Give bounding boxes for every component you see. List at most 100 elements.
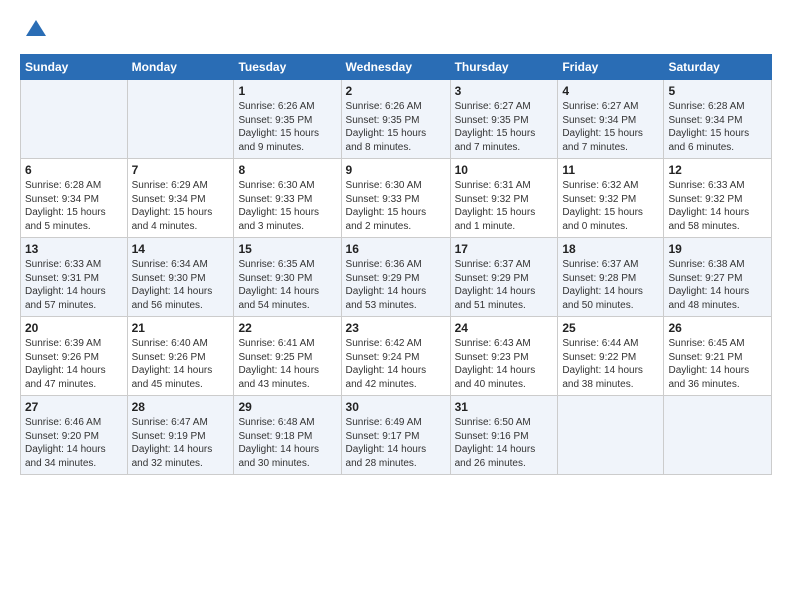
- day-info: Sunrise: 6:41 AM Sunset: 9:25 PM Dayligh…: [238, 338, 319, 390]
- day-info: Sunrise: 6:27 AM Sunset: 9:35 PM Dayligh…: [455, 101, 536, 153]
- calendar-cell: 13 Sunrise: 6:33 AM Sunset: 9:31 PM Dayli…: [21, 238, 128, 317]
- calendar-cell: 14 Sunrise: 6:34 AM Sunset: 9:30 PM Dayli…: [127, 238, 234, 317]
- day-number: 8: [238, 163, 336, 177]
- day-number: 9: [346, 163, 446, 177]
- calendar-cell: 19 Sunrise: 6:38 AM Sunset: 9:27 PM Dayli…: [664, 238, 772, 317]
- day-number: 10: [455, 163, 554, 177]
- calendar-cell: 11 Sunrise: 6:32 AM Sunset: 9:32 PM Dayli…: [558, 159, 664, 238]
- day-info: Sunrise: 6:27 AM Sunset: 9:34 PM Dayligh…: [562, 101, 643, 153]
- calendar-cell: 20Sunrise: 6:39 AM Sunset: 9:26 PM Dayli…: [21, 317, 128, 396]
- calendar-cell: 17 Sunrise: 6:37 AM Sunset: 9:29 PM Dayli…: [450, 238, 558, 317]
- calendar-cell: [664, 396, 772, 475]
- day-info: Sunrise: 6:46 AM Sunset: 9:20 PM Dayligh…: [25, 417, 106, 469]
- day-number: 16: [346, 242, 446, 256]
- day-info: Sunrise: 6:50 AM Sunset: 9:16 PM Dayligh…: [455, 417, 536, 469]
- calendar-cell: 28 Sunrise: 6:47 AM Sunset: 9:19 PM Dayli…: [127, 396, 234, 475]
- day-number: 4: [562, 84, 659, 98]
- day-info: Sunrise: 6:33 AM Sunset: 9:31 PM Dayligh…: [25, 259, 106, 311]
- day-info: Sunrise: 6:49 AM Sunset: 9:17 PM Dayligh…: [346, 417, 427, 469]
- day-info: Sunrise: 6:26 AM Sunset: 9:35 PM Dayligh…: [346, 101, 427, 153]
- weekday-header-saturday: Saturday: [664, 55, 772, 80]
- calendar-cell: 8 Sunrise: 6:30 AM Sunset: 9:33 PM Daylig…: [234, 159, 341, 238]
- logo: [20, 16, 50, 44]
- day-number: 18: [562, 242, 659, 256]
- calendar-cell: 25 Sunrise: 6:44 AM Sunset: 9:22 PM Dayli…: [558, 317, 664, 396]
- day-info: Sunrise: 6:40 AM Sunset: 9:26 PM Dayligh…: [132, 338, 213, 390]
- calendar-cell: 7 Sunrise: 6:29 AM Sunset: 9:34 PM Daylig…: [127, 159, 234, 238]
- logo-icon: [22, 16, 50, 44]
- day-number: 27: [25, 400, 123, 414]
- day-number: 15: [238, 242, 336, 256]
- day-info: Sunrise: 6:34 AM Sunset: 9:30 PM Dayligh…: [132, 259, 213, 311]
- calendar: SundayMondayTuesdayWednesdayThursdayFrid…: [20, 54, 772, 475]
- day-info: Sunrise: 6:37 AM Sunset: 9:28 PM Dayligh…: [562, 259, 643, 311]
- calendar-cell: [21, 80, 128, 159]
- day-info: Sunrise: 6:32 AM Sunset: 9:32 PM Dayligh…: [562, 180, 643, 232]
- day-number: 30: [346, 400, 446, 414]
- calendar-week-4: 20Sunrise: 6:39 AM Sunset: 9:26 PM Dayli…: [21, 317, 772, 396]
- day-info: Sunrise: 6:45 AM Sunset: 9:21 PM Dayligh…: [668, 338, 749, 390]
- day-number: 31: [455, 400, 554, 414]
- calendar-cell: 6 Sunrise: 6:28 AM Sunset: 9:34 PM Daylig…: [21, 159, 128, 238]
- day-number: 24: [455, 321, 554, 335]
- calendar-cell: 3Sunrise: 6:27 AM Sunset: 9:35 PM Daylig…: [450, 80, 558, 159]
- day-number: 19: [668, 242, 767, 256]
- calendar-week-1: 1 Sunrise: 6:26 AM Sunset: 9:35 PM Daylig…: [21, 80, 772, 159]
- day-info: Sunrise: 6:43 AM Sunset: 9:23 PM Dayligh…: [455, 338, 536, 390]
- day-number: 13: [25, 242, 123, 256]
- calendar-cell: 31 Sunrise: 6:50 AM Sunset: 9:16 PM Dayli…: [450, 396, 558, 475]
- header: [20, 16, 772, 44]
- calendar-week-5: 27 Sunrise: 6:46 AM Sunset: 9:20 PM Dayli…: [21, 396, 772, 475]
- day-number: 7: [132, 163, 230, 177]
- weekday-header-thursday: Thursday: [450, 55, 558, 80]
- day-number: 12: [668, 163, 767, 177]
- day-number: 21: [132, 321, 230, 335]
- day-number: 22: [238, 321, 336, 335]
- weekday-header-monday: Monday: [127, 55, 234, 80]
- calendar-cell: 27 Sunrise: 6:46 AM Sunset: 9:20 PM Dayli…: [21, 396, 128, 475]
- day-info: Sunrise: 6:38 AM Sunset: 9:27 PM Dayligh…: [668, 259, 749, 311]
- weekday-header-friday: Friday: [558, 55, 664, 80]
- calendar-cell: 18 Sunrise: 6:37 AM Sunset: 9:28 PM Dayli…: [558, 238, 664, 317]
- calendar-cell: 21 Sunrise: 6:40 AM Sunset: 9:26 PM Dayli…: [127, 317, 234, 396]
- day-info: Sunrise: 6:30 AM Sunset: 9:33 PM Dayligh…: [346, 180, 427, 232]
- calendar-week-2: 6 Sunrise: 6:28 AM Sunset: 9:34 PM Daylig…: [21, 159, 772, 238]
- day-number: 14: [132, 242, 230, 256]
- day-number: 11: [562, 163, 659, 177]
- day-info: Sunrise: 6:39 AM Sunset: 9:26 PM Dayligh…: [25, 338, 106, 390]
- calendar-cell: 24 Sunrise: 6:43 AM Sunset: 9:23 PM Dayli…: [450, 317, 558, 396]
- day-info: Sunrise: 6:30 AM Sunset: 9:33 PM Dayligh…: [238, 180, 319, 232]
- day-number: 23: [346, 321, 446, 335]
- day-number: 17: [455, 242, 554, 256]
- day-number: 25: [562, 321, 659, 335]
- calendar-cell: 2 Sunrise: 6:26 AM Sunset: 9:35 PM Daylig…: [341, 80, 450, 159]
- day-info: Sunrise: 6:28 AM Sunset: 9:34 PM Dayligh…: [25, 180, 106, 232]
- day-info: Sunrise: 6:29 AM Sunset: 9:34 PM Dayligh…: [132, 180, 213, 232]
- day-number: 26: [668, 321, 767, 335]
- calendar-cell: 1 Sunrise: 6:26 AM Sunset: 9:35 PM Daylig…: [234, 80, 341, 159]
- calendar-cell: 9 Sunrise: 6:30 AM Sunset: 9:33 PM Daylig…: [341, 159, 450, 238]
- day-info: Sunrise: 6:33 AM Sunset: 9:32 PM Dayligh…: [668, 180, 749, 232]
- day-info: Sunrise: 6:36 AM Sunset: 9:29 PM Dayligh…: [346, 259, 427, 311]
- calendar-cell: 12 Sunrise: 6:33 AM Sunset: 9:32 PM Dayli…: [664, 159, 772, 238]
- day-info: Sunrise: 6:48 AM Sunset: 9:18 PM Dayligh…: [238, 417, 319, 469]
- day-number: 2: [346, 84, 446, 98]
- day-number: 5: [668, 84, 767, 98]
- calendar-cell: [558, 396, 664, 475]
- day-info: Sunrise: 6:37 AM Sunset: 9:29 PM Dayligh…: [455, 259, 536, 311]
- calendar-cell: 5 Sunrise: 6:28 AM Sunset: 9:34 PM Daylig…: [664, 80, 772, 159]
- day-info: Sunrise: 6:44 AM Sunset: 9:22 PM Dayligh…: [562, 338, 643, 390]
- page: SundayMondayTuesdayWednesdayThursdayFrid…: [0, 0, 792, 612]
- calendar-cell: 4 Sunrise: 6:27 AM Sunset: 9:34 PM Daylig…: [558, 80, 664, 159]
- day-number: 6: [25, 163, 123, 177]
- day-info: Sunrise: 6:47 AM Sunset: 9:19 PM Dayligh…: [132, 417, 213, 469]
- weekday-header-wednesday: Wednesday: [341, 55, 450, 80]
- calendar-cell: 23Sunrise: 6:42 AM Sunset: 9:24 PM Dayli…: [341, 317, 450, 396]
- day-info: Sunrise: 6:28 AM Sunset: 9:34 PM Dayligh…: [668, 101, 749, 153]
- calendar-cell: 29Sunrise: 6:48 AM Sunset: 9:18 PM Dayli…: [234, 396, 341, 475]
- day-number: 28: [132, 400, 230, 414]
- day-info: Sunrise: 6:26 AM Sunset: 9:35 PM Dayligh…: [238, 101, 319, 153]
- calendar-week-3: 13 Sunrise: 6:33 AM Sunset: 9:31 PM Dayli…: [21, 238, 772, 317]
- calendar-cell: 16 Sunrise: 6:36 AM Sunset: 9:29 PM Dayli…: [341, 238, 450, 317]
- day-number: 1: [238, 84, 336, 98]
